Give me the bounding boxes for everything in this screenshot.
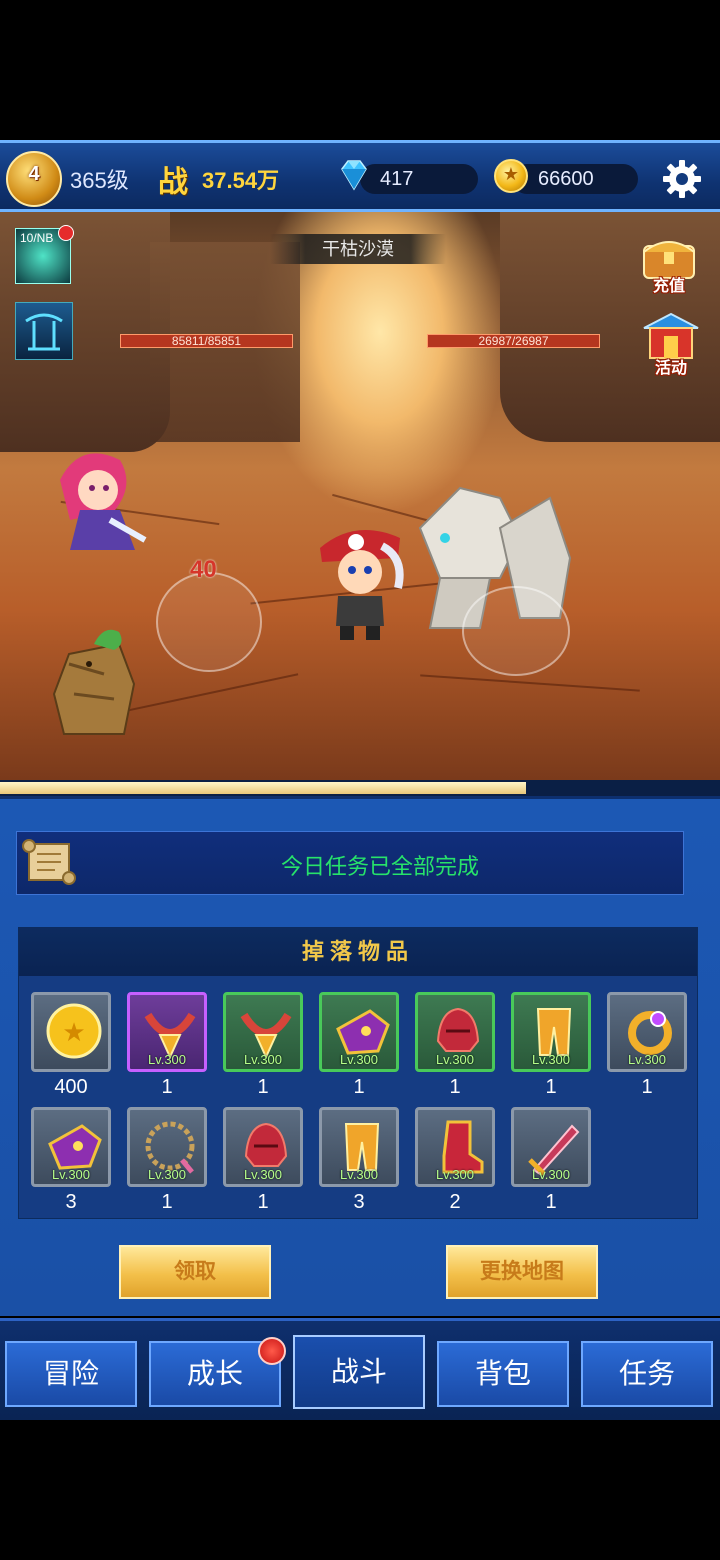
- tab-battle[interactable]: 战斗: [293, 1335, 425, 1409]
- tab-quests[interactable]: 任务: [581, 1341, 713, 1407]
- skill-count: 10/NB: [20, 231, 54, 245]
- stage-progress-bar: [0, 780, 720, 796]
- drop-item-necklace[interactable]: Lv.300: [223, 992, 303, 1072]
- damage-popup: 40: [190, 556, 217, 583]
- drop-item-gold-coin[interactable]: ★: [31, 992, 111, 1072]
- item-quantity: 1: [161, 1191, 173, 1213]
- diamond-icon: [341, 160, 367, 191]
- item-level: Lv.300: [435, 1052, 475, 1067]
- gold-count: 66600: [538, 168, 594, 190]
- claim-button[interactable]: 领取: [119, 1245, 271, 1299]
- gear-icon[interactable]: [660, 157, 704, 201]
- skill-slot-secondary[interactable]: [15, 302, 73, 360]
- drop-item-gauntlet[interactable]: Lv.300: [319, 992, 399, 1072]
- item-quantity: 1: [161, 1076, 173, 1098]
- drop-item-helmet[interactable]: Lv.300: [223, 1107, 303, 1187]
- top-status-bar: 4 365级 战 37.54万 417 66600 ★: [0, 140, 720, 212]
- enemy-hp-text: 26987/26987: [478, 334, 549, 348]
- drop-item-leg-armor[interactable]: Lv.300: [511, 992, 591, 1072]
- gem-count: 417: [380, 168, 414, 190]
- item-quantity: 2: [449, 1191, 461, 1213]
- power-label: 战: [158, 165, 188, 200]
- location-name: 干枯沙漠: [270, 234, 446, 264]
- item-quantity: 1: [257, 1191, 269, 1213]
- item-level: Lv.300: [243, 1052, 283, 1067]
- item-quantity: 1: [545, 1076, 557, 1098]
- drops-panel: 掉落物品 ★ 400 Lv.300 1 Lv.300 1 Lv.300 1 Lv.300 1 Lv.…: [18, 927, 698, 1219]
- daily-task-bar[interactable]: 今日任务已全部完成: [16, 831, 684, 895]
- item-level: Lv.300: [51, 1167, 91, 1182]
- item-level: Lv.300: [339, 1167, 379, 1182]
- main-panel: 今日任务已全部完成 掉落物品 ★ 400 Lv.300 1 Lv.300 1 Lv.300 1…: [0, 796, 720, 1316]
- drop-item-boots[interactable]: Lv.300: [415, 1107, 495, 1187]
- gold-coin-icon: ★: [46, 1003, 102, 1059]
- event-label: 活动: [654, 360, 687, 377]
- scroll-icon: [22, 839, 76, 885]
- ally-hp-text: 85811/85851: [171, 334, 242, 348]
- item-level: Lv.300: [147, 1052, 187, 1067]
- item-quantity: 3: [65, 1191, 77, 1213]
- drop-item-gauntlet[interactable]: Lv.300: [31, 1107, 111, 1187]
- gold-coin-icon: ★: [494, 159, 528, 193]
- item-level: Lv.300: [147, 1167, 187, 1182]
- stage-progress-fill: [0, 782, 526, 794]
- target-ring-right: [462, 586, 570, 676]
- daily-task-status: 今日任务已全部完成: [280, 854, 479, 879]
- wooden-golem-pet: [52, 629, 136, 735]
- player-level: 365级: [70, 168, 129, 193]
- item-quantity: 1: [545, 1191, 557, 1213]
- item-quantity: 3: [353, 1191, 365, 1213]
- event-button[interactable]: 活动: [636, 310, 706, 380]
- notification-dot: [58, 225, 74, 241]
- item-quantity: 1: [449, 1076, 461, 1098]
- drops-title: 掉落物品: [19, 928, 697, 976]
- drop-item-ring[interactable]: Lv.300: [607, 992, 687, 1072]
- item-level: Lv.300: [627, 1052, 667, 1067]
- item-level: Lv.300: [339, 1052, 379, 1067]
- item-level: Lv.300: [243, 1167, 283, 1182]
- pink-hair-hero: [60, 453, 147, 550]
- tab-adventure[interactable]: 冒险: [5, 1341, 137, 1407]
- drop-item-helmet[interactable]: Lv.300: [415, 992, 495, 1072]
- drop-item-necklace[interactable]: Lv.300: [127, 992, 207, 1072]
- item-quantity: 1: [641, 1076, 653, 1098]
- tab-bag[interactable]: 背包: [437, 1341, 569, 1407]
- gold-counter[interactable]: 66600: [512, 164, 638, 194]
- drop-item-sword[interactable]: Lv.300: [511, 1107, 591, 1187]
- enemy-hp-bar: 26987/26987: [427, 334, 600, 348]
- skill-rune-icon: [25, 313, 63, 351]
- item-level: Lv.300: [531, 1167, 571, 1182]
- recharge-button[interactable]: 充值: [636, 232, 702, 298]
- battle-scene: 干枯沙漠 85811/85851 26987/26987 10/NB 充值 活动: [0, 212, 720, 780]
- level-badge[interactable]: 4: [6, 151, 62, 207]
- power-value: 37.54万: [202, 168, 280, 193]
- change-map-button[interactable]: 更换地图: [446, 1245, 598, 1299]
- recharge-label: 充值: [652, 278, 685, 295]
- item-level: Lv.300: [531, 1052, 571, 1067]
- skill-slot-primary[interactable]: 10/NB: [15, 225, 74, 284]
- item-quantity: 1: [257, 1076, 269, 1098]
- bottom-tab-bar: 冒险 成长 战斗 背包 任务: [0, 1318, 720, 1420]
- drop-item-leg-armor[interactable]: Lv.300: [319, 1107, 399, 1187]
- growth-notification-dot: [258, 1337, 286, 1365]
- item-level: Lv.300: [435, 1167, 475, 1182]
- level-badge-number: 4: [28, 163, 40, 185]
- item-quantity: 400: [54, 1076, 88, 1098]
- drop-item-chain[interactable]: Lv.300: [127, 1107, 207, 1187]
- svg-text:★: ★: [62, 1018, 85, 1048]
- ally-hp-bar: 85811/85851: [120, 334, 293, 348]
- target-ring-left: [156, 572, 262, 672]
- gem-counter[interactable]: 417: [360, 164, 478, 194]
- item-quantity: 1: [353, 1076, 365, 1098]
